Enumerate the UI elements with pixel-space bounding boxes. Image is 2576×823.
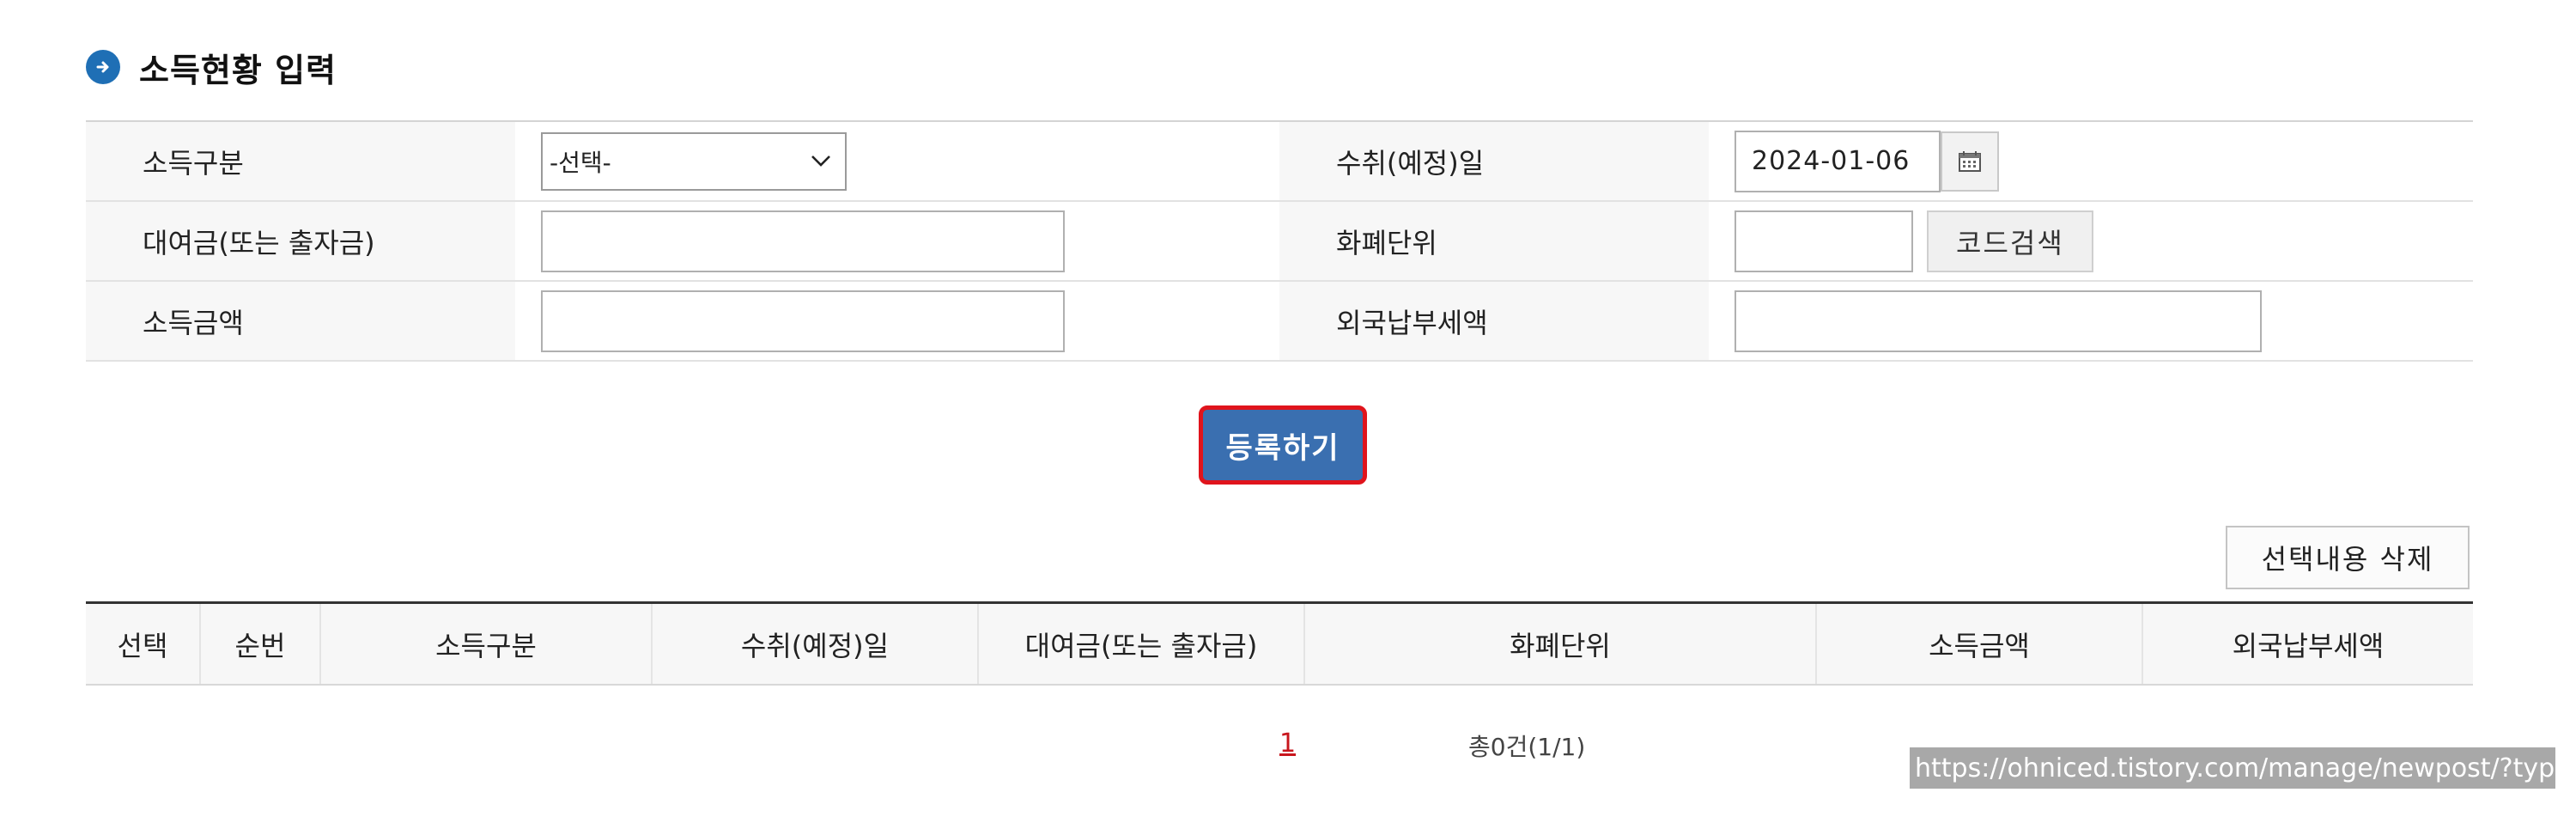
income-amount-input[interactable] xyxy=(541,290,1065,352)
column-header-income-type: 소득구분 xyxy=(321,604,653,684)
form-row-1: 소득구분 -선택- 수취(예정)일 2024-01-06 xyxy=(86,122,2473,202)
income-amount-label: 소득금액 xyxy=(86,282,515,360)
income-type-selected-value: -선택- xyxy=(550,148,611,177)
section-header: 소득현황 입력 xyxy=(86,43,337,91)
column-header-loan-amount: 대여금(또는 출자금) xyxy=(979,604,1305,684)
arrow-right-circle-icon xyxy=(86,50,120,84)
list-header: 선택 순번 소득구분 수취(예정)일 대여금(또는 출자금) 화폐단위 소득금액… xyxy=(86,601,2473,686)
column-header-seq: 순번 xyxy=(201,604,321,684)
loan-amount-label: 대여금(또는 출자금) xyxy=(86,202,515,280)
receive-date-cell: 2024-01-06 xyxy=(1709,122,2473,200)
calendar-icon xyxy=(1959,150,1981,172)
income-type-label: 소득구분 xyxy=(86,122,515,200)
currency-cell: 코드검색 xyxy=(1709,202,2473,280)
date-picker: 2024-01-06 xyxy=(1735,130,1999,192)
form-row-2: 대여금(또는 출자금) 화폐단위 코드검색 xyxy=(86,202,2473,282)
foreign-tax-label: 외국납부세액 xyxy=(1279,282,1709,360)
register-button[interactable]: 등록하기 xyxy=(1199,405,1367,485)
section-title: 소득현황 입력 xyxy=(139,51,337,89)
calendar-button[interactable] xyxy=(1941,131,1999,192)
income-type-select[interactable]: -선택- xyxy=(541,131,847,191)
currency-input[interactable] xyxy=(1735,210,1913,272)
column-header-receive-date: 수취(예정)일 xyxy=(653,604,979,684)
foreign-tax-cell xyxy=(1709,282,2473,360)
column-header-select: 선택 xyxy=(86,604,201,684)
url-watermark: https://ohniced.tistory.com/manage/newpo… xyxy=(1910,747,2555,789)
column-header-income-amount: 소득금액 xyxy=(1817,604,2143,684)
chevron-down-icon xyxy=(809,147,833,175)
loan-amount-cell xyxy=(515,202,1279,280)
receive-date-label: 수취(예정)일 xyxy=(1279,122,1709,200)
foreign-tax-input[interactable] xyxy=(1735,290,2262,352)
column-header-foreign-tax: 외국납부세액 xyxy=(2232,629,2385,662)
column-header-currency: 화폐단위 xyxy=(1305,604,1817,684)
code-search-button[interactable]: 코드검색 xyxy=(1927,210,2093,272)
income-amount-cell xyxy=(515,282,1279,360)
loan-amount-input[interactable] xyxy=(541,210,1065,272)
receive-date-input[interactable]: 2024-01-06 xyxy=(1735,130,1941,192)
total-count: 총0건(1/1) xyxy=(1468,733,1586,761)
page-link-1[interactable]: 1 xyxy=(1279,729,1296,759)
income-form: 소득구분 -선택- 수취(예정)일 2024-01-06 대여금(또는 출자금)… xyxy=(86,120,2473,362)
delete-selected-button[interactable]: 선택내용 삭제 xyxy=(2226,526,2470,589)
form-row-3: 소득금액 외국납부세액 xyxy=(86,282,2473,362)
currency-label: 화폐단위 xyxy=(1279,202,1709,280)
income-type-cell: -선택- xyxy=(515,122,1279,200)
